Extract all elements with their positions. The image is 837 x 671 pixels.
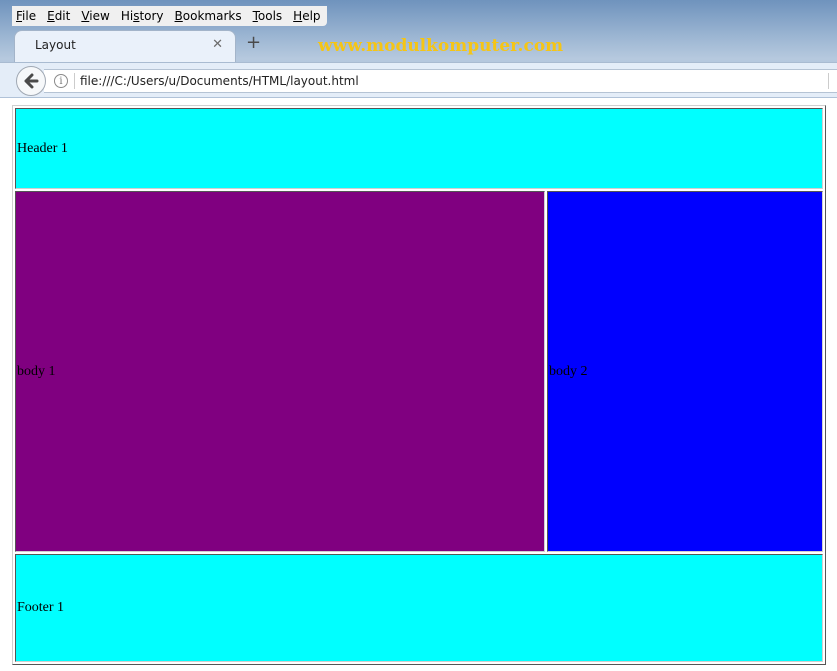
tab-title: Layout — [35, 38, 76, 52]
info-icon[interactable]: i — [54, 74, 68, 88]
menu-history[interactable]: History — [121, 9, 164, 23]
watermark-text: www.modulkomputer.com — [318, 36, 564, 56]
url-separator-right — [828, 73, 829, 89]
footer-cell: Footer 1 — [15, 554, 823, 662]
navigation-bar: i file:///C:/Users/u/Documents/HTML/layo… — [0, 62, 837, 98]
menu-edit[interactable]: Edit — [47, 9, 70, 23]
layout-table: Header 1 body 1 body 2 Footer 1 — [12, 105, 826, 665]
menu-bar: File Edit View History Bookmarks Tools H… — [12, 6, 327, 26]
back-arrow-icon — [24, 73, 39, 89]
close-tab-icon[interactable]: ✕ — [212, 37, 223, 52]
url-separator — [74, 73, 75, 89]
back-button[interactable] — [16, 66, 46, 96]
url-input[interactable]: file:///C:/Users/u/Documents/HTML/layout… — [80, 74, 359, 88]
tab-layout[interactable]: Layout ✕ — [14, 30, 236, 62]
menu-view[interactable]: View — [81, 9, 109, 23]
url-bar[interactable]: i file:///C:/Users/u/Documents/HTML/layo… — [44, 69, 837, 93]
body2-cell: body 2 — [547, 191, 823, 552]
page-content: Header 1 body 1 body 2 Footer 1 — [0, 98, 837, 671]
new-tab-button[interactable]: + — [246, 33, 261, 53]
header-cell: Header 1 — [15, 108, 823, 189]
browser-chrome: File Edit View History Bookmarks Tools H… — [0, 0, 837, 98]
menu-file[interactable]: File — [16, 9, 36, 23]
menu-help[interactable]: Help — [293, 9, 320, 23]
menu-bookmarks[interactable]: Bookmarks — [175, 9, 242, 23]
menu-tools[interactable]: Tools — [253, 9, 283, 23]
body1-cell: body 1 — [15, 191, 545, 552]
